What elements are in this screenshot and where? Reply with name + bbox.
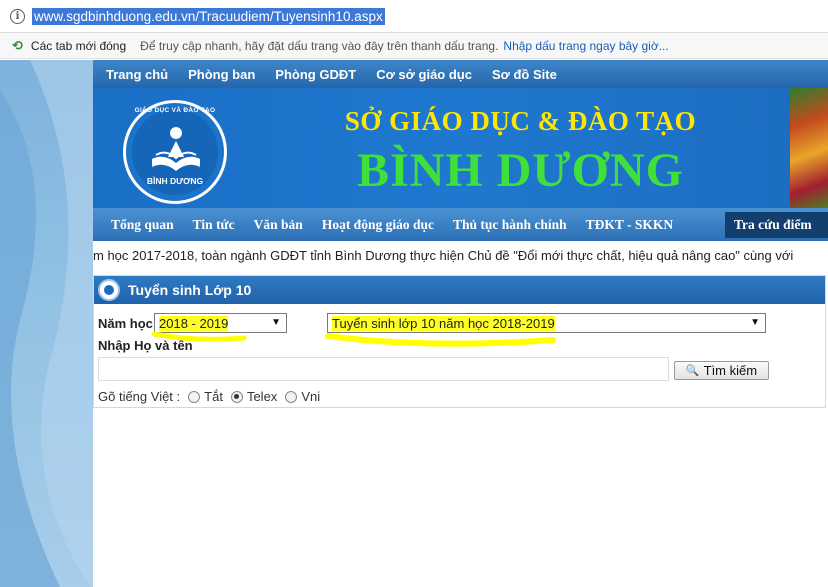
- recent-tabs-icon[interactable]: ⟲: [12, 38, 23, 54]
- topnav-schools[interactable]: Cơ sở giáo dục: [376, 67, 472, 82]
- topnav-sitemap[interactable]: Sơ đồ Site: [492, 67, 557, 82]
- topnav-home[interactable]: Trang chủ: [106, 67, 168, 82]
- banner-subtitle: BÌNH DƯƠNG: [357, 144, 684, 197]
- top-nav: Trang chủ Phòng ban Phòng GDĐT Cơ sở giá…: [93, 60, 828, 88]
- exam-select-value: Tuyển sinh lớp 10 năm học 2018-2019: [332, 315, 555, 331]
- url-text[interactable]: www.sgdbinhduong.edu.vn/Tracuudiem/Tuyen…: [32, 7, 385, 25]
- panel-header: Tuyển sinh Lớp 10: [94, 276, 825, 304]
- radio-vni-label[interactable]: Vni: [301, 389, 320, 404]
- recent-tabs-link[interactable]: Các tab mới đóng: [31, 39, 126, 53]
- chevron-down-icon: ▼: [750, 317, 760, 328]
- main-nav: Tổng quan Tin tức Văn bản Hoạt động giáo…: [93, 208, 828, 241]
- bookmark-hint: Để truy cập nhanh, hãy đặt dấu trang vào…: [140, 38, 499, 53]
- chevron-down-icon: ▼: [271, 317, 281, 328]
- radio-off-label[interactable]: Tắt: [204, 389, 223, 404]
- typing-label: Gõ tiếng Việt :: [98, 389, 181, 404]
- import-bookmarks-link[interactable]: Nhập dấu trang ngay bây giờ...: [503, 39, 668, 53]
- highlight-mark-exam: [325, 333, 556, 347]
- name-input[interactable]: [98, 357, 669, 381]
- panel-title: Tuyển sinh Lớp 10: [128, 282, 252, 298]
- panel-logo-icon: [98, 279, 120, 301]
- highlight-mark-year: [152, 331, 247, 342]
- topnav-district-offices[interactable]: Phòng GDĐT: [275, 67, 356, 82]
- news-ticker[interactable]: m học 2017-2018, toàn ngành GDĐT tỉnh Bì…: [93, 248, 828, 268]
- search-icon: 🔍: [685, 365, 700, 377]
- nav-score-lookup[interactable]: Tra cứu điểm: [725, 212, 828, 238]
- nav-news[interactable]: Tin tức: [193, 217, 235, 233]
- nav-awards[interactable]: TĐKT - SKKN: [586, 217, 674, 233]
- nav-education-activities[interactable]: Hoạt động giáo dục: [322, 217, 434, 233]
- radio-telex-label[interactable]: Telex: [247, 389, 277, 404]
- radio-off[interactable]: [188, 390, 201, 403]
- info-icon[interactable]: i: [10, 8, 25, 24]
- search-button-label: Tìm kiếm: [703, 363, 758, 378]
- typing-method: Gõ tiếng Việt : Tắt Telex Vni: [98, 389, 320, 404]
- banner-title: SỞ GIÁO DỤC & ĐÀO TẠO: [344, 106, 697, 136]
- address-bar[interactable]: i www.sgdbinhduong.edu.vn/Tracuudiem/Tuy…: [0, 0, 828, 33]
- nav-documents[interactable]: Văn bản: [254, 217, 303, 233]
- radio-vni[interactable]: [285, 390, 298, 403]
- banner-flowers-image: [790, 88, 828, 208]
- nav-overview[interactable]: Tổng quan: [111, 217, 174, 233]
- year-select-value: 2018 - 2019: [159, 315, 229, 331]
- exam-select[interactable]: Tuyển sinh lớp 10 năm học 2018-2019 ▼: [327, 313, 766, 333]
- year-label: Năm học: [98, 316, 153, 331]
- radio-telex[interactable]: [230, 390, 243, 403]
- nav-procedures[interactable]: Thủ tục hành chính: [453, 217, 567, 233]
- bookmark-bar: ⟲ Các tab mới đóng Để truy cập nhanh, hã…: [0, 33, 828, 59]
- topnav-departments[interactable]: Phòng ban: [188, 67, 255, 82]
- background-swoosh: [0, 60, 95, 587]
- header-banner: GIÁO DỤC VÀ ĐÀO TẠO BÌNH DƯƠNG SỞ GIÁO D…: [93, 88, 828, 208]
- search-button[interactable]: 🔍 Tìm kiếm: [674, 361, 769, 380]
